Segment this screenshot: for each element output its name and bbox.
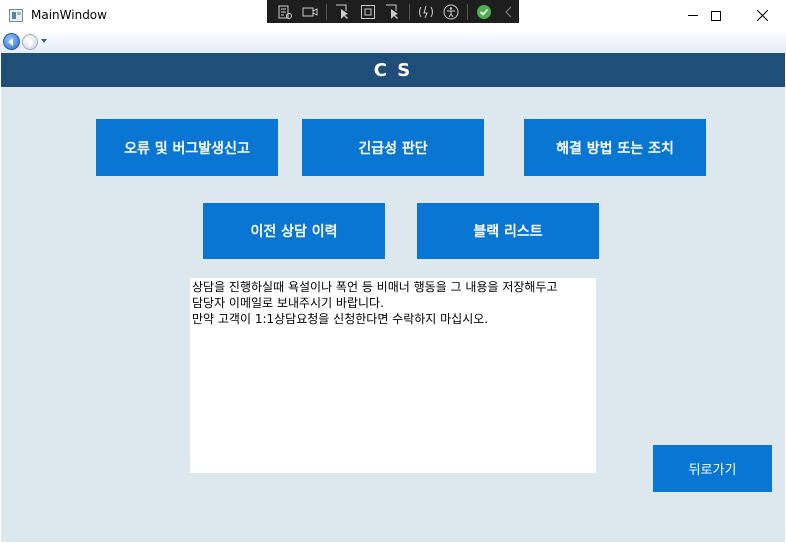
notice-line: 상담을 진행하실때 욕설이나 폭언 등 비매너 행동을 그 내용을 저장해두고: [192, 280, 558, 294]
select-element-icon[interactable]: [333, 3, 354, 21]
hot-reload-status-icon[interactable]: [474, 3, 495, 21]
arrow-left-icon: [8, 38, 13, 46]
notice-textbox[interactable]: 상담을 진행하실때 욕설이나 폭언 등 비매너 행동을 그 내용을 저장해두고 …: [190, 278, 596, 473]
back-button[interactable]: 뒤로가기: [653, 445, 772, 492]
maximize-button[interactable]: [693, 0, 739, 31]
forward-nav-button[interactable]: [22, 34, 38, 50]
maximize-icon: [711, 10, 721, 21]
track-focused-element-icon[interactable]: [382, 3, 403, 21]
debug-toolbar: [267, 0, 519, 23]
collapse-icon[interactable]: [498, 3, 519, 21]
urgency-button[interactable]: 긴급성 판단: [302, 119, 484, 176]
toolbar-separator: [408, 3, 410, 20]
accessibility-icon[interactable]: [440, 3, 461, 21]
arrow-right-icon: [29, 39, 34, 47]
close-button[interactable]: [739, 0, 785, 31]
history-button[interactable]: 이전 상담 이력: [203, 203, 385, 259]
toolbar-separator: [326, 3, 328, 20]
solution-button[interactable]: 해결 방법 또는 조치: [524, 119, 706, 176]
page-title: C S: [373, 59, 413, 81]
notice-line: 만약 고객이 1:1상담요청을 신청한다면 수락하지 마십시오.: [192, 312, 489, 326]
hot-reload-icon[interactable]: [416, 3, 437, 21]
window-title: MainWindow: [31, 8, 107, 22]
record-icon[interactable]: [300, 3, 321, 21]
main-content: 오류 및 버그발생신고 긴급성 판단 해결 방법 또는 조치 이전 상담 이력 …: [1, 87, 785, 542]
close-icon: [756, 10, 768, 21]
display-layout-adorners-icon[interactable]: [358, 3, 379, 21]
navigation-bar: [0, 31, 786, 53]
notice-line: 담당자 이메일로 보내주시기 바랍니다.: [192, 296, 384, 310]
toolbar-separator: [466, 3, 468, 20]
history-dropdown-icon[interactable]: [41, 39, 47, 43]
app-icon: [9, 9, 23, 22]
live-visual-tree-icon[interactable]: [275, 3, 296, 21]
error-report-button[interactable]: 오류 및 버그발생신고: [96, 119, 278, 176]
blacklist-button[interactable]: 블랙 리스트: [417, 203, 599, 259]
back-nav-button[interactable]: [3, 33, 20, 50]
page-header: C S: [1, 53, 785, 87]
